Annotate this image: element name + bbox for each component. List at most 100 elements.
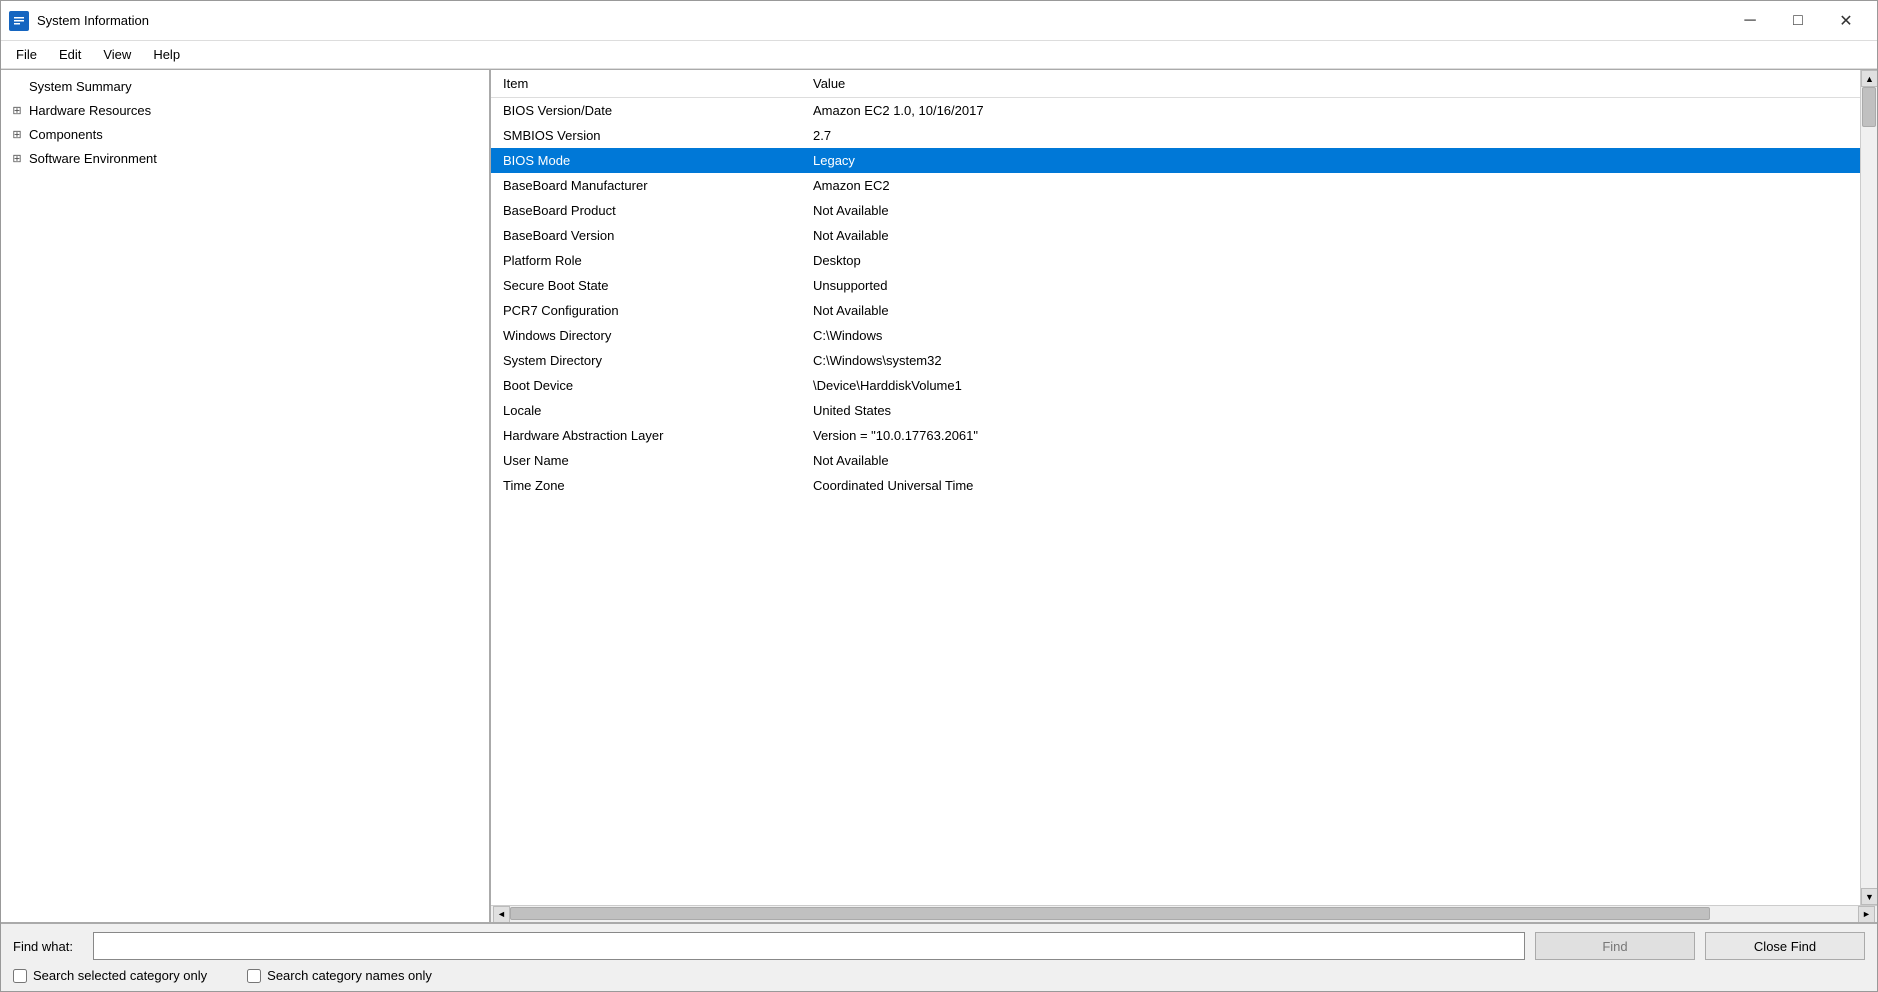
table-row[interactable]: User NameNot Available — [491, 448, 1860, 473]
col-header-value: Value — [801, 70, 1860, 98]
h-scroll-right-button[interactable]: ► — [1858, 906, 1875, 923]
bottom-bar: Find what: Find Close Find Search select… — [1, 922, 1877, 991]
table-cell-value: C:\Windows\system32 — [801, 348, 1860, 373]
right-content: Item Value BIOS Version/DateAmazon EC2 1… — [491, 70, 1877, 905]
window-controls: ─ □ ✕ — [1727, 7, 1869, 35]
horizontal-scrollbar[interactable]: ◄ ► — [491, 905, 1877, 922]
table-cell-item: System Directory — [491, 348, 801, 373]
table-cell-value: Not Available — [801, 298, 1860, 323]
table-cell-item: SMBIOS Version — [491, 123, 801, 148]
table-row[interactable]: LocaleUnited States — [491, 398, 1860, 423]
checkbox-row: Search selected category only Search cat… — [13, 968, 1865, 983]
menu-bar: File Edit View Help — [1, 41, 1877, 69]
table-cell-value: Amazon EC2 — [801, 173, 1860, 198]
window-title: System Information — [37, 13, 1727, 28]
close-button[interactable]: ✕ — [1823, 7, 1869, 35]
table-cell-value: Not Available — [801, 223, 1860, 248]
data-table[interactable]: Item Value BIOS Version/DateAmazon EC2 1… — [491, 70, 1860, 905]
tree-label-hardware-resources: Hardware Resources — [29, 103, 151, 118]
table-cell-item: Time Zone — [491, 473, 801, 498]
table-cell-value: Not Available — [801, 448, 1860, 473]
checkbox-category-names[interactable]: Search category names only — [247, 968, 432, 983]
checkbox-category-names-input[interactable] — [247, 969, 261, 983]
table-row[interactable]: Platform RoleDesktop — [491, 248, 1860, 273]
scroll-thumb[interactable] — [1862, 87, 1876, 127]
table-cell-item: PCR7 Configuration — [491, 298, 801, 323]
checkbox-selected-category-label: Search selected category only — [33, 968, 207, 983]
find-input[interactable] — [93, 932, 1525, 960]
scroll-down-button[interactable]: ▼ — [1861, 888, 1877, 905]
table-cell-value: United States — [801, 398, 1860, 423]
table-cell-item: BaseBoard Version — [491, 223, 801, 248]
tree-item-software-environment[interactable]: ⊞ Software Environment — [1, 146, 489, 170]
checkbox-selected-category-input[interactable] — [13, 969, 27, 983]
table-cell-value: Version = "10.0.17763.2061" — [801, 423, 1860, 448]
table-cell-item: Windows Directory — [491, 323, 801, 348]
menu-file[interactable]: File — [5, 43, 48, 66]
expand-icon-hardware: ⊞ — [9, 102, 25, 118]
table-cell-value: C:\Windows — [801, 323, 1860, 348]
table-row[interactable]: PCR7 ConfigurationNot Available — [491, 298, 1860, 323]
tree-item-components[interactable]: ⊞ Components — [1, 122, 489, 146]
menu-view[interactable]: View — [92, 43, 142, 66]
table-cell-item: Locale — [491, 398, 801, 423]
expand-icon-software: ⊞ — [9, 150, 25, 166]
app-icon — [9, 11, 29, 31]
table-cell-value: Unsupported — [801, 273, 1860, 298]
h-scroll-thumb[interactable] — [510, 907, 1710, 920]
table-row[interactable]: BaseBoard ManufacturerAmazon EC2 — [491, 173, 1860, 198]
maximize-button[interactable]: □ — [1775, 7, 1821, 35]
system-information-window: System Information ─ □ ✕ File Edit View … — [0, 0, 1878, 992]
h-scroll-track[interactable] — [510, 906, 1858, 922]
close-find-button[interactable]: Close Find — [1705, 932, 1865, 960]
tree-label-components: Components — [29, 127, 103, 142]
minimize-button[interactable]: ─ — [1727, 7, 1773, 35]
table-row[interactable]: Hardware Abstraction LayerVersion = "10.… — [491, 423, 1860, 448]
table-row[interactable]: BIOS Version/DateAmazon EC2 1.0, 10/16/2… — [491, 98, 1860, 124]
title-bar: System Information ─ □ ✕ — [1, 1, 1877, 41]
expand-icon — [9, 78, 25, 94]
table-row[interactable]: BaseBoard VersionNot Available — [491, 223, 1860, 248]
scroll-track[interactable] — [1861, 87, 1877, 888]
table-cell-value: Legacy — [801, 148, 1860, 173]
table-row[interactable]: Time ZoneCoordinated Universal Time — [491, 473, 1860, 498]
table-cell-value: Not Available — [801, 198, 1860, 223]
expand-icon-components: ⊞ — [9, 126, 25, 142]
tree-label-software-environment: Software Environment — [29, 151, 157, 166]
find-label: Find what: — [13, 939, 83, 954]
checkbox-selected-category[interactable]: Search selected category only — [13, 968, 207, 983]
table-cell-value: 2.7 — [801, 123, 1860, 148]
tree-item-hardware-resources[interactable]: ⊞ Hardware Resources — [1, 98, 489, 122]
scroll-up-button[interactable]: ▲ — [1861, 70, 1877, 87]
table-row[interactable]: Windows DirectoryC:\Windows — [491, 323, 1860, 348]
table-cell-item: BIOS Mode — [491, 148, 801, 173]
vertical-scrollbar[interactable]: ▲ ▼ — [1860, 70, 1877, 905]
table-row[interactable]: BIOS ModeLegacy — [491, 148, 1860, 173]
table-cell-item: BaseBoard Manufacturer — [491, 173, 801, 198]
table-row[interactable]: SMBIOS Version2.7 — [491, 123, 1860, 148]
table-row[interactable]: BaseBoard ProductNot Available — [491, 198, 1860, 223]
table-cell-item: Platform Role — [491, 248, 801, 273]
table-cell-item: Boot Device — [491, 373, 801, 398]
menu-help[interactable]: Help — [142, 43, 191, 66]
table-cell-value: Coordinated Universal Time — [801, 473, 1860, 498]
find-row: Find what: Find Close Find — [13, 932, 1865, 960]
table-row[interactable]: Boot Device\Device\HarddiskVolume1 — [491, 373, 1860, 398]
menu-edit[interactable]: Edit — [48, 43, 92, 66]
table-row[interactable]: System DirectoryC:\Windows\system32 — [491, 348, 1860, 373]
table-row[interactable]: Secure Boot StateUnsupported — [491, 273, 1860, 298]
table-cell-value: Amazon EC2 1.0, 10/16/2017 — [801, 98, 1860, 124]
tree-item-system-summary[interactable]: System Summary — [1, 74, 489, 98]
table-cell-item: Hardware Abstraction Layer — [491, 423, 801, 448]
checkbox-category-names-label: Search category names only — [267, 968, 432, 983]
table-cell-item: User Name — [491, 448, 801, 473]
table-cell-value: Desktop — [801, 248, 1860, 273]
table-cell-item: BaseBoard Product — [491, 198, 801, 223]
tree-label-system-summary: System Summary — [29, 79, 132, 94]
table-cell-value: \Device\HarddiskVolume1 — [801, 373, 1860, 398]
right-panel: Item Value BIOS Version/DateAmazon EC2 1… — [491, 70, 1877, 922]
find-button[interactable]: Find — [1535, 932, 1695, 960]
left-panel: System Summary ⊞ Hardware Resources ⊞ Co… — [1, 70, 491, 922]
col-header-item: Item — [491, 70, 801, 98]
h-scroll-left-button[interactable]: ◄ — [493, 906, 510, 923]
